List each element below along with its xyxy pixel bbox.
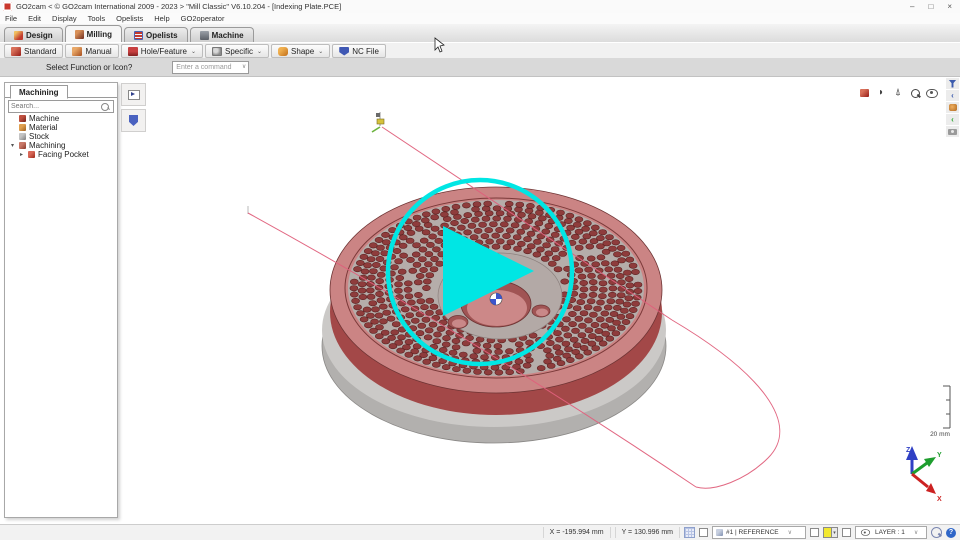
shield-icon (129, 115, 138, 126)
collapse-left-blue-button[interactable]: ‹ (946, 90, 959, 101)
operation-list-button[interactable] (121, 83, 146, 106)
color-swatch-dropdown[interactable]: ▾ (823, 527, 838, 538)
y-coordinate: Y = 130.996 mm (615, 527, 680, 538)
zoom-layer-icon[interactable] (931, 527, 942, 538)
machining-panel: Machining Machine Material Stock ▾ M (4, 82, 118, 518)
layer-eye-icon (861, 529, 870, 535)
mouse-cursor-icon (435, 38, 444, 52)
viewport-side-toolbar: ‹ ‹ (946, 78, 959, 137)
stock-node-icon (19, 133, 26, 140)
machining-tree: Machine Material Stock ▾ Machining ▸ Fac… (5, 114, 117, 159)
viewport-3d[interactable]: 20 mm Z Y X (0, 0, 960, 540)
plane-icon (716, 529, 723, 536)
tree-item-machining[interactable]: ▾ Machining (5, 141, 117, 150)
reference-checkbox[interactable] (699, 528, 708, 537)
expand-arrow-icon[interactable]: ▸ (18, 151, 25, 158)
collapse-arrow-icon[interactable]: ▾ (9, 142, 16, 149)
filter-icon (949, 80, 957, 88)
search-icon (101, 103, 109, 111)
swatch-arrow-icon: ▾ (831, 528, 837, 537)
x-coordinate: X = -195.994 mm (543, 527, 611, 538)
axis-x-label: X (937, 496, 942, 503)
protection-button[interactable] (121, 109, 146, 132)
current-color-swatch (824, 528, 831, 537)
axis-triad: Z Y X (906, 446, 942, 503)
facing-pocket-node-icon (28, 151, 35, 158)
reference-plane-dropdown[interactable]: #1 | REFERENCE ∨ (712, 526, 806, 539)
search-input[interactable] (9, 103, 101, 110)
toolpath-start-marker (372, 112, 384, 132)
machine-node-icon (19, 115, 26, 122)
machining-panel-tab[interactable]: Machining (10, 85, 68, 99)
layer-checkbox[interactable] (842, 528, 851, 537)
go2cam-window: 20 mm Z Y X GO2cam < © GO2cam Internatio… (0, 0, 960, 540)
material-node-icon (19, 124, 26, 131)
tree-item-stock[interactable]: Stock (5, 132, 117, 141)
part-indexing-plate[interactable] (322, 187, 666, 443)
material-view-button[interactable] (946, 102, 959, 113)
axis-y-label: Y (937, 452, 942, 459)
material-blob-icon (949, 104, 957, 111)
collapse-left-green-button[interactable]: ‹ (946, 114, 959, 125)
tree-item-machine[interactable]: Machine (5, 114, 117, 123)
origin-marker-icon (490, 293, 502, 305)
machining-node-icon (19, 142, 26, 149)
help-button[interactable]: ? (946, 528, 956, 538)
snapshot-button[interactable] (946, 126, 959, 137)
status-bar: X = -195.994 mm Y = 130.996 mm #1 | REFE… (0, 524, 960, 540)
scale-indicator: 20 mm (930, 386, 950, 438)
tree-search[interactable] (8, 100, 114, 113)
layer-dropdown[interactable]: LAYER : 1 ∨ (855, 526, 927, 539)
camera-icon (948, 129, 957, 135)
operation-list-icon (128, 90, 140, 100)
tree-item-facing-pocket[interactable]: ▸ Facing Pocket (5, 150, 117, 159)
panel-side-buttons (121, 83, 146, 132)
axis-z-label: Z (906, 447, 911, 454)
color-checkbox[interactable] (810, 528, 819, 537)
filter-button[interactable] (946, 78, 959, 89)
tree-item-material[interactable]: Material (5, 123, 117, 132)
grid-toggle-icon[interactable] (684, 527, 695, 538)
scale-label: 20 mm (930, 431, 950, 438)
